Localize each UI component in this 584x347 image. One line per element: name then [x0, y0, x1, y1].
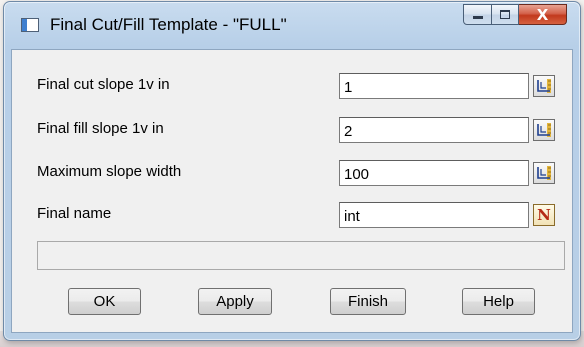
final-name-input[interactable] — [339, 202, 529, 228]
max-width-pick-button[interactable] — [533, 162, 555, 184]
fill-slope-label: Final fill slope 1v in — [37, 120, 164, 137]
fill-slope-pick-button[interactable] — [533, 119, 555, 141]
app-icon — [21, 18, 39, 32]
window-title: Final Cut/Fill Template - "FULL" — [50, 15, 287, 34]
minimize-button[interactable] — [463, 4, 492, 25]
help-button[interactable]: Help — [462, 288, 535, 315]
close-icon: X — [536, 6, 549, 24]
maximize-button[interactable] — [492, 4, 519, 25]
dialog-body: Final cut slope 1v in Final fill slope 1… — [11, 49, 573, 333]
pick-icon — [537, 79, 551, 93]
cut-slope-input[interactable] — [339, 73, 529, 99]
name-n-icon: N — [537, 206, 551, 224]
close-button[interactable]: X — [519, 4, 567, 25]
apply-button[interactable]: Apply — [198, 288, 272, 315]
max-width-input[interactable] — [339, 160, 529, 186]
cut-slope-pick-button[interactable] — [533, 75, 555, 97]
minimize-icon — [473, 16, 483, 19]
field-row-final-name: Final name N — [12, 202, 572, 228]
finish-button[interactable]: Finish — [330, 288, 406, 315]
maximize-icon — [500, 10, 510, 19]
fill-slope-input[interactable] — [339, 117, 529, 143]
ok-button[interactable]: OK — [68, 288, 141, 315]
max-width-label: Maximum slope width — [37, 163, 182, 180]
final-name-select-button[interactable]: N — [533, 204, 555, 226]
field-row-fill-slope: Final fill slope 1v in — [12, 117, 572, 143]
field-row-cut-slope: Final cut slope 1v in — [12, 73, 572, 99]
pick-icon — [537, 166, 551, 180]
title-bar[interactable]: Final Cut/Fill Template - "FULL" X — [4, 2, 580, 46]
window-controls: X — [463, 4, 567, 25]
dialog-window: Final Cut/Fill Template - "FULL" X Final… — [3, 1, 581, 341]
message-bar — [37, 241, 565, 270]
cut-slope-label: Final cut slope 1v in — [37, 76, 170, 93]
final-name-label: Final name — [37, 205, 112, 222]
field-row-max-width: Maximum slope width — [12, 160, 572, 186]
pick-icon — [537, 123, 551, 137]
